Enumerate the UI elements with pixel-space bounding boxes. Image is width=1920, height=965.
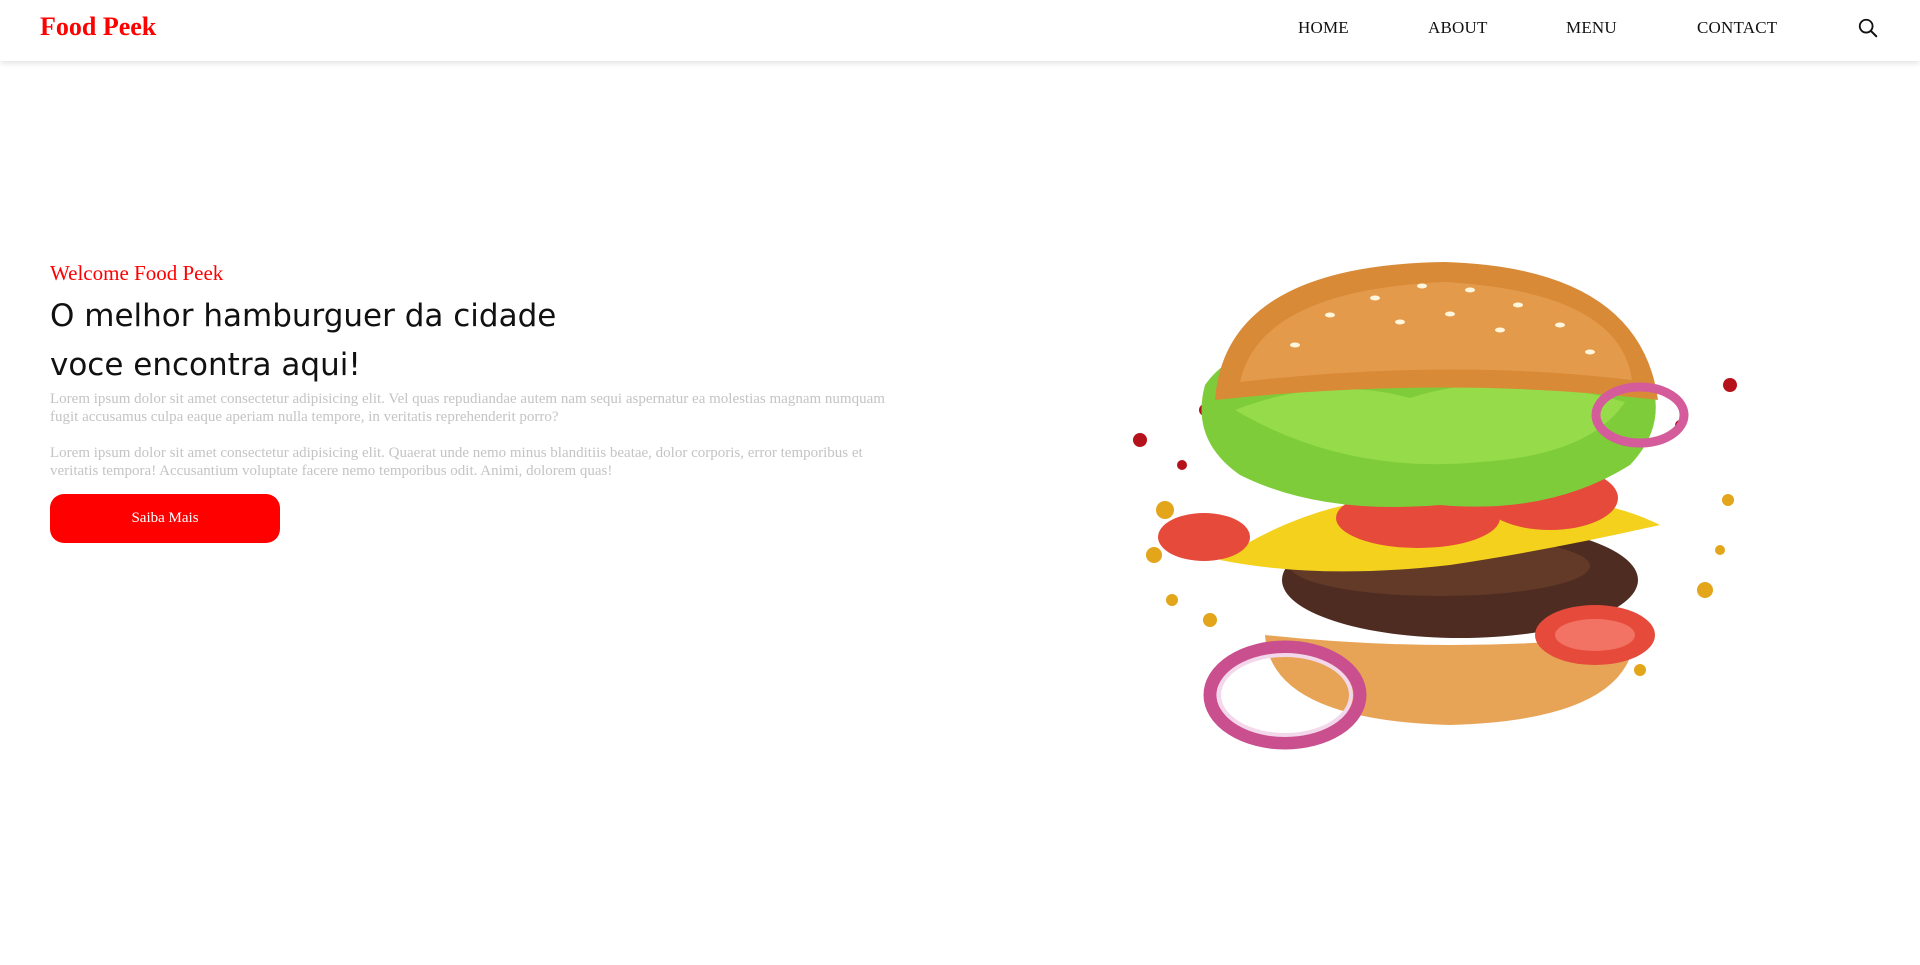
nav-home[interactable]: HOME — [1298, 18, 1349, 38]
hero-paragraph-2: Lorem ipsum dolor sit amet consectetur a… — [50, 445, 863, 479]
hero-paragraph-1: Lorem ipsum dolor sit amet consectetur a… — [50, 391, 885, 425]
search-icon[interactable] — [1857, 17, 1879, 39]
main-nav: HOME ABOUT MENU CONTACT — [0, 18, 1920, 42]
hero-title-line-1: O melhor hamburguer da cidade — [50, 298, 557, 334]
nav-menu[interactable]: MENU — [1566, 18, 1617, 38]
nav-about[interactable]: ABOUT — [1428, 18, 1488, 38]
site-header: Food Peek HOME ABOUT MENU CONTACT — [0, 0, 1920, 61]
hero-title: O melhor hamburguer da cidade voce encon… — [50, 292, 670, 390]
nav-contact[interactable]: CONTACT — [1697, 18, 1777, 38]
hero-title-line-2: voce encontra aqui! — [50, 347, 361, 383]
hero-subtitle: Welcome Food Peek — [50, 261, 224, 285]
saiba-mais-button[interactable]: Saiba Mais — [50, 494, 280, 543]
burger-image — [1133, 262, 1737, 750]
